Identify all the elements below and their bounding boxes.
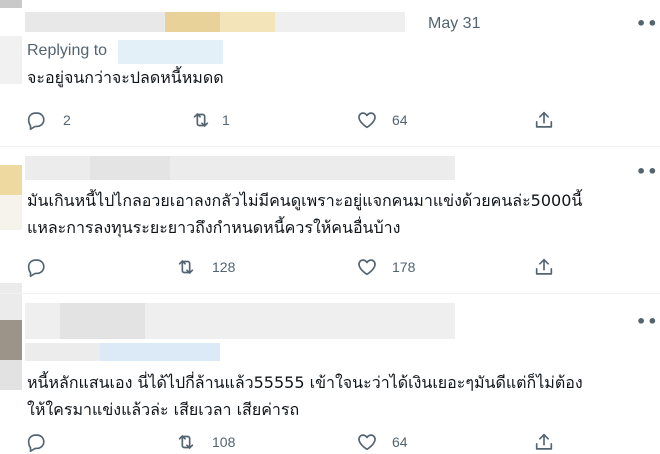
tweet-date[interactable]: May 31 [428,15,480,33]
user-name-blurred[interactable] [90,156,170,180]
retweet-icon [175,431,197,453]
tweet-text-line: หนี้หลักแสนเอง นี่ได้ไปกี่ล้านแล้ว55555 … [27,373,583,392]
reply-icon [25,431,47,453]
like-button[interactable]: 64 [356,431,408,453]
tweet-divider [0,146,660,147]
reply-icon [25,109,47,131]
avatar[interactable] [0,36,22,84]
user-handle-blurred[interactable] [100,343,220,361]
user-name-blurred[interactable] [220,12,275,32]
reply-button[interactable] [25,431,57,453]
retweet-button[interactable]: 108 [175,431,235,453]
share-button[interactable] [533,431,555,453]
tweet-text-line: จะอยู่จนกว่าจะปลดหนี้หมดด [27,68,224,87]
share-button[interactable] [533,109,555,131]
tweet-text: หนี้หลักแสนเอง นี่ได้ไปกี่ล้านแล้ว55555 … [27,369,583,423]
tweet-text-line: ให้ใครมาแข่งแล้วล่ะ เสียเวลา เสียค่ารถ [27,400,300,419]
heart-icon [356,109,378,131]
retweet-button[interactable]: 128 [175,256,235,278]
user-name-blurred[interactable] [60,303,145,339]
tweet-text: จะอยู่จนกว่าจะปลดหนี้หมดด [27,64,224,91]
more-icon[interactable]: ••• [636,164,660,180]
replying-to-label: Replying to [27,42,108,59]
tweet-text-line: มันเกินหนี้ไปไกลอวยเอาลงกลัวไม่มีคนดูเพร… [27,191,583,210]
retweet-count: 1 [222,112,230,128]
tweet-text: มันเกินหนี้ไปไกลอวยเอาลงกลัวไม่มีคนดูเพร… [27,187,582,241]
more-icon[interactable]: ••• [636,16,660,32]
reply-button[interactable] [25,256,57,278]
share-icon [533,109,555,131]
avatar[interactable] [0,283,22,320]
avatar[interactable] [0,320,22,360]
share-icon [533,256,555,278]
heart-icon [356,431,378,453]
heart-icon [356,256,378,278]
user-handle-blurred[interactable] [275,12,405,32]
retweet-button[interactable]: 1 [190,109,230,131]
user-handle-blurred[interactable] [25,343,100,361]
retweet-icon [190,109,212,131]
reply-icon [25,256,47,278]
replying-to-handle-blurred[interactable] [118,40,223,64]
user-name-blurred[interactable] [25,12,170,32]
share-icon [533,431,555,453]
reply-button[interactable]: 2 [25,109,71,131]
avatar[interactable] [0,0,22,8]
share-button[interactable] [533,256,555,278]
like-button[interactable]: 64 [356,109,408,131]
tweet-divider [0,293,660,294]
like-button[interactable]: 178 [356,256,415,278]
retweet-count: 108 [212,434,236,450]
like-count: 64 [392,434,408,450]
retweet-icon [175,256,197,278]
avatar[interactable] [0,195,22,230]
avatar[interactable] [0,165,22,195]
user-name-blurred[interactable] [165,12,220,32]
retweet-count: 128 [212,259,236,275]
like-count: 178 [392,259,416,275]
avatar[interactable] [0,360,22,390]
like-count: 64 [392,112,408,128]
reply-count: 2 [63,112,71,128]
tweet-text-line: แหละการลงทุนระยะยาวถึงกำหนดหนี้ควรให้คนอ… [27,218,401,237]
more-icon[interactable]: ••• [636,314,660,330]
